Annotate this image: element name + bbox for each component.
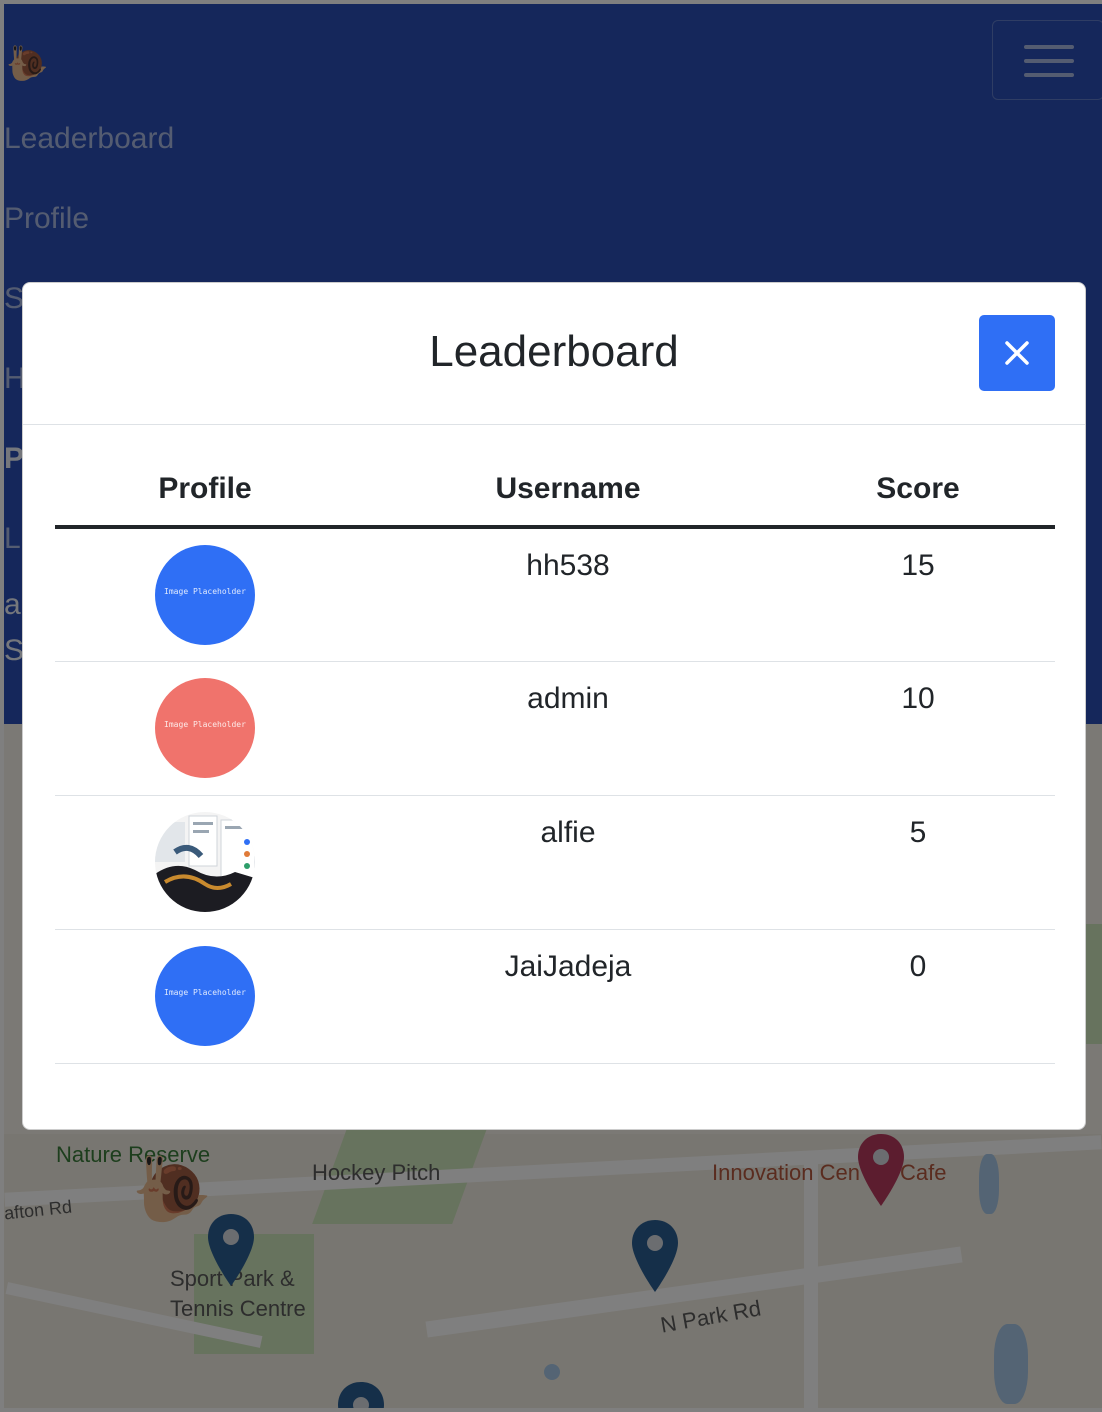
- modal-title: Leaderboard: [429, 327, 679, 376]
- avatar-placeholder-text: Image Placeholder: [164, 587, 246, 596]
- avatar-photo: [155, 811, 255, 912]
- table-row: Image Placeholder JaiJadeja 0: [55, 929, 1055, 1064]
- table-row: Image Placeholder hh538 15: [55, 527, 1055, 662]
- modal-header: Leaderboard: [23, 283, 1085, 425]
- avatar: Image Placeholder: [155, 945, 255, 1046]
- username-cell: hh538: [355, 527, 781, 662]
- photo-avatar-image: [155, 811, 255, 912]
- leaderboard-modal: Leaderboard Profile Username Score Image…: [22, 282, 1086, 1130]
- close-button[interactable]: [979, 315, 1055, 391]
- avatar: Image Placeholder: [155, 677, 255, 778]
- score-cell: 15: [781, 527, 1055, 662]
- username-cell: alfie: [355, 795, 781, 930]
- column-header-username: Username: [355, 453, 781, 529]
- table-header-row: Profile Username Score: [55, 453, 1055, 529]
- username-cell: admin: [355, 661, 781, 796]
- table-row: Image Placeholder admin 10: [55, 661, 1055, 796]
- column-header-profile: Profile: [55, 453, 355, 529]
- avatar-placeholder-text: Image Placeholder: [164, 719, 246, 729]
- avatar: Image Placeholder: [155, 545, 255, 645]
- column-header-score: Score: [781, 453, 1055, 529]
- username-cell: JaiJadeja: [355, 929, 781, 1064]
- close-icon: [1005, 341, 1029, 365]
- avatar-placeholder-text: Image Placeholder: [164, 987, 246, 997]
- table-row: alfie 5: [55, 795, 1055, 930]
- leaderboard-table: Profile Username Score Image Placeholder…: [55, 453, 1055, 1064]
- score-cell: 0: [781, 929, 1055, 1064]
- score-cell: 10: [781, 661, 1055, 796]
- score-cell: 5: [781, 795, 1055, 930]
